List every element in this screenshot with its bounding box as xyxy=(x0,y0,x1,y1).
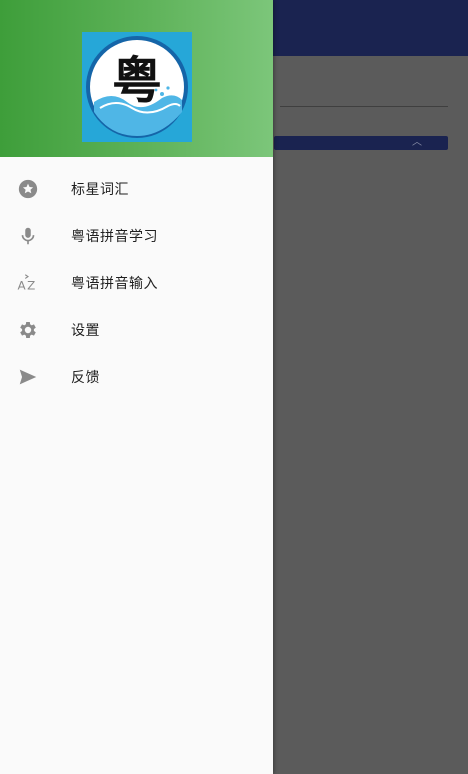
drawer-menu: 标星词汇 粤语拼音学习 A Z 粤语拼音输入 设置 反馈 xyxy=(0,165,273,400)
navigation-drawer: 粤 标星词汇 粤语拼音学习 A Z 粤语拼音输入 设置 反馈 xyxy=(0,0,273,774)
star-circle-icon xyxy=(17,178,39,200)
menu-item-pinyin-learning[interactable]: 粤语拼音学习 xyxy=(0,212,273,259)
svg-text:A: A xyxy=(17,278,26,292)
az-sort-icon: A Z xyxy=(17,272,39,294)
logo-character: 粤 xyxy=(112,51,162,110)
svg-text:Z: Z xyxy=(27,278,35,292)
search-field-underline xyxy=(280,106,448,107)
gear-icon xyxy=(17,319,39,341)
send-icon xyxy=(17,366,39,388)
menu-item-label: 标星词汇 xyxy=(71,181,129,198)
drawer-header: 粤 xyxy=(0,0,273,157)
menu-item-feedback[interactable]: 反馈 xyxy=(0,353,273,400)
menu-item-label: 反馈 xyxy=(71,369,100,386)
menu-item-label: 粤语拼音输入 xyxy=(71,275,158,292)
chevron-up-icon: ︿ xyxy=(412,137,422,148)
microphone-icon xyxy=(17,225,39,247)
app-logo: 粤 xyxy=(82,32,192,142)
menu-item-settings[interactable]: 设置 xyxy=(0,306,273,353)
menu-item-label: 设置 xyxy=(71,322,100,339)
menu-item-pinyin-input[interactable]: A Z 粤语拼音输入 xyxy=(0,259,273,306)
menu-item-starred-words[interactable]: 标星词汇 xyxy=(0,165,273,212)
menu-item-label: 粤语拼音学习 xyxy=(71,228,158,245)
